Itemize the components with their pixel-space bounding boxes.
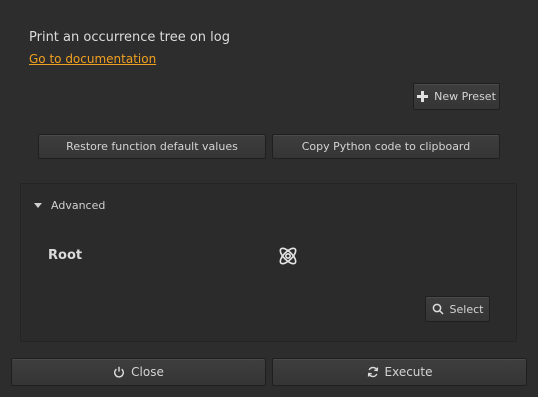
new-preset-label: New Preset — [434, 90, 496, 103]
power-icon — [113, 366, 125, 378]
refresh-icon — [367, 366, 379, 378]
select-label: Select — [449, 302, 484, 316]
copy-python-label: Copy Python code to clipboard — [301, 140, 471, 153]
execute-button[interactable]: Execute — [272, 358, 527, 386]
close-button[interactable]: Close — [11, 358, 266, 386]
copy-python-button[interactable]: Copy Python code to clipboard — [272, 134, 500, 159]
advanced-toggle[interactable]: Advanced — [34, 199, 105, 212]
restore-defaults-label: Restore function default values — [66, 140, 238, 153]
new-preset-button[interactable]: New Preset — [413, 83, 500, 110]
assembly-icon — [276, 244, 300, 268]
select-button[interactable]: Select — [425, 296, 490, 322]
close-label: Close — [131, 365, 164, 379]
function-description: Print an occurrence tree on log — [29, 30, 230, 45]
triangle-down-icon — [34, 203, 42, 208]
plus-icon — [417, 91, 429, 102]
documentation-link[interactable]: Go to documentation — [29, 52, 156, 66]
execute-label: Execute — [384, 365, 433, 379]
search-icon — [432, 303, 444, 315]
restore-defaults-button[interactable]: Restore function default values — [38, 134, 266, 159]
root-label: Root — [48, 248, 83, 263]
advanced-label: Advanced — [51, 199, 106, 212]
